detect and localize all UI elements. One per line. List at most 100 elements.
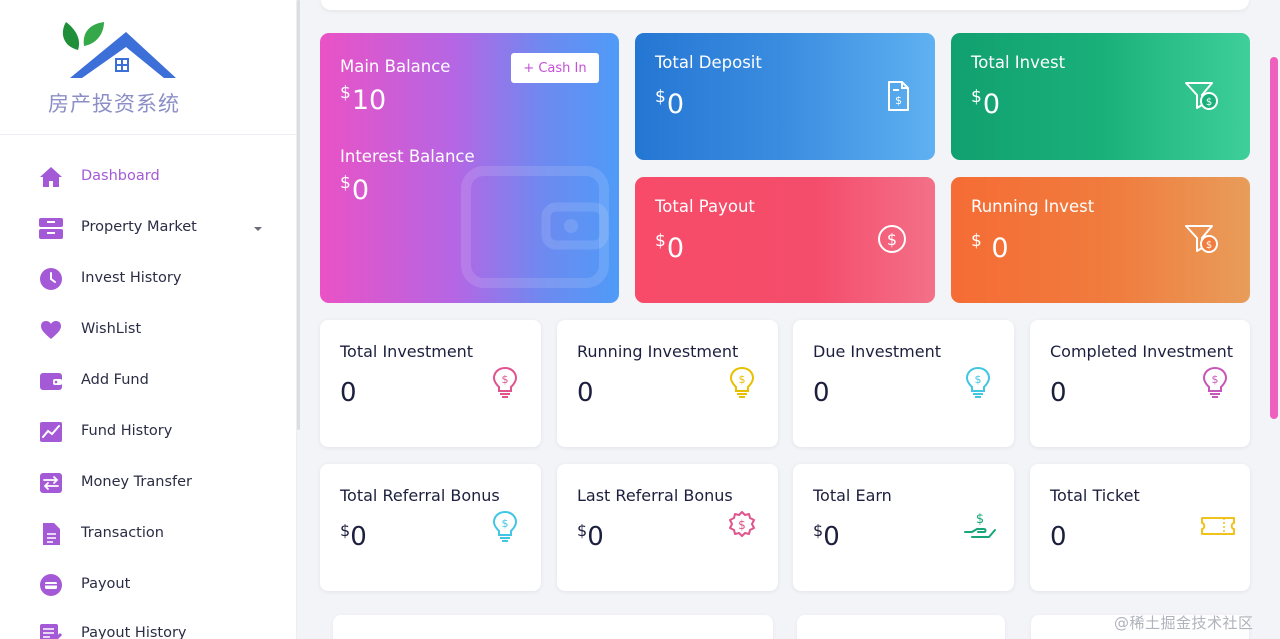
card-value: $0 — [655, 231, 685, 264]
svg-text:$: $ — [1212, 373, 1219, 386]
card-title: Total Earn — [813, 486, 892, 505]
lightbulb-dollar-icon: $ — [965, 366, 991, 398]
lightbulb-dollar-icon: $ — [729, 366, 755, 398]
sidebar: 房产投资系统 Dashboard Property Market Invest … — [0, 0, 297, 639]
lightbulb-dollar-icon: $ — [492, 510, 518, 542]
card-value: 0 — [340, 378, 357, 408]
svg-text:$: $ — [895, 94, 902, 107]
card-title: Running Invest — [971, 197, 1095, 216]
card-title: Total Invest — [971, 53, 1066, 72]
home-icon — [38, 165, 64, 189]
card-value: $0 — [340, 521, 367, 552]
sidebar-scrollbar[interactable] — [297, 0, 300, 430]
brand-logo[interactable]: 房产投资系统 — [0, 0, 297, 135]
invoice-dollar-icon: $ — [888, 81, 909, 111]
sidebar-item-invest-history[interactable]: Invest History — [0, 257, 297, 301]
sidebar-item-label: Invest History — [81, 270, 182, 286]
total-ticket-card: Total Ticket 0 — [1030, 464, 1250, 591]
card-value: 0 — [1050, 522, 1067, 552]
badge-dollar-icon: $ — [729, 511, 755, 537]
svg-text:$: $ — [1206, 240, 1212, 251]
sidebar-item-property-market[interactable]: Property Market — [0, 206, 297, 250]
sidebar-item-label: Add Fund — [81, 372, 149, 388]
sidebar-item-add-fund[interactable]: Add Fund — [0, 359, 297, 403]
total-earn-card: Total Earn $0 $ — [793, 464, 1014, 591]
sidebar-item-label: Payout — [81, 576, 131, 592]
page-scrollbar[interactable] — [1270, 57, 1278, 419]
card-title: Total Ticket — [1050, 486, 1140, 505]
cash-in-button[interactable]: + Cash In — [511, 53, 599, 83]
card-title: Completed Investment — [1050, 342, 1233, 361]
chart-panel — [333, 615, 773, 639]
lightbulb-dollar-icon: $ — [492, 366, 518, 398]
svg-text:$: $ — [502, 373, 509, 386]
sidebar-item-label: Fund History — [81, 423, 173, 439]
sidebar-item-transaction[interactable]: Transaction — [0, 512, 297, 556]
main-balance-label: Main Balance — [340, 57, 451, 76]
card-value: $ 0 — [971, 231, 1009, 264]
card-value: 0 — [1050, 378, 1067, 408]
sidebar-item-fund-history[interactable]: Fund History — [0, 410, 297, 454]
chevron-down-icon[interactable] — [254, 227, 262, 231]
plus-icon: + — [523, 60, 535, 76]
sidebar-item-wishlist[interactable]: WishList — [0, 308, 297, 352]
card-title: Total Investment — [340, 342, 474, 361]
running-investment-card: Running Investment 0 $ — [557, 320, 778, 447]
watermark-text: @稀土掘金技术社区 — [1114, 614, 1254, 632]
main-balance-card: Main Balance $10 + Cash In Interest Balan… — [320, 33, 619, 303]
summary-card — [797, 615, 1005, 639]
sidebar-item-label: WishList — [81, 321, 142, 337]
edit-list-icon — [38, 622, 64, 639]
svg-text:$: $ — [1206, 97, 1212, 108]
card-title: Due Investment — [813, 342, 942, 361]
card-value: $0 — [655, 87, 685, 120]
sidebar-item-payout-history[interactable]: Payout History — [0, 612, 297, 639]
card-value: 0 — [577, 378, 594, 408]
transfer-icon — [38, 471, 64, 495]
lightbulb-dollar-icon: $ — [1202, 366, 1228, 398]
due-investment-card: Due Investment 0 $ — [793, 320, 1014, 447]
card-title: Running Investment — [577, 342, 739, 361]
main-balance-value: $10 — [340, 83, 387, 116]
sidebar-item-payout[interactable]: Payout — [0, 563, 297, 607]
brand-name: 房产投资系统 — [48, 92, 180, 116]
svg-text:$: $ — [738, 518, 746, 532]
house-leaf-logo-icon — [62, 22, 176, 78]
filter-dollar-icon: $ — [1185, 225, 1218, 253]
interest-balance-label: Interest Balance — [340, 147, 475, 166]
payout-icon — [38, 573, 64, 597]
svg-text:$: $ — [976, 512, 984, 527]
sidebar-item-label: Payout History — [81, 625, 187, 639]
total-payout-card: Total Payout $0 $ — [635, 177, 935, 303]
svg-text:$: $ — [502, 517, 509, 530]
total-deposit-card: Total Deposit $0 $ — [635, 33, 935, 160]
document-icon — [38, 522, 64, 546]
wallet-icon — [38, 369, 64, 393]
wallet-watermark-icon — [461, 166, 609, 288]
card-value: 0 — [813, 378, 830, 408]
sidebar-item-label: Property Market — [81, 219, 197, 235]
svg-text:$: $ — [887, 230, 897, 249]
sidebar-item-label: Transaction — [81, 525, 164, 541]
clock-icon — [38, 267, 64, 291]
filter-dollar-icon: $ — [1185, 82, 1218, 110]
sidebar-item-money-transfer[interactable]: Money Transfer — [0, 461, 297, 505]
card-title: Total Deposit — [655, 53, 762, 72]
total-referral-bonus-card: Total Referral Bonus $0 $ — [320, 464, 541, 591]
last-referral-bonus-card: Last Referral Bonus $0 $ — [557, 464, 778, 591]
hand-dollar-icon: $ — [964, 512, 996, 538]
heart-icon — [38, 318, 64, 342]
dollar-circle-icon: $ — [878, 225, 906, 253]
drawer-icon — [38, 216, 64, 240]
total-investment-card: Total Investment 0 $ — [320, 320, 541, 447]
sidebar-item-label: Dashboard — [81, 168, 160, 184]
total-invest-card: Total Invest $0 $ — [951, 33, 1250, 160]
completed-investment-card: Completed Investment 0 $ — [1030, 320, 1250, 447]
card-value: $0 — [971, 87, 1001, 120]
ticket-icon — [1201, 517, 1235, 535]
svg-text:$: $ — [739, 373, 746, 386]
sidebar-item-dashboard[interactable]: Dashboard — [0, 155, 297, 199]
card-value: $0 — [577, 521, 604, 552]
running-invest-card: Running Invest $ 0 $ — [951, 177, 1250, 303]
chart-line-icon — [38, 420, 64, 444]
